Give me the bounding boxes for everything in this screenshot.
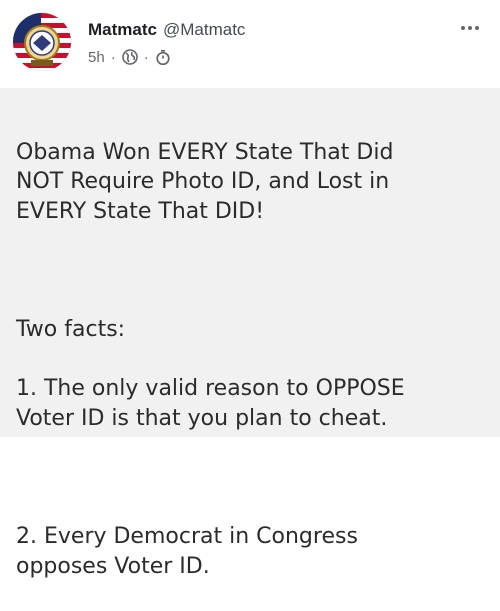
meta-separator: · — [143, 48, 149, 66]
more-button[interactable] — [456, 18, 484, 38]
avatar[interactable] — [13, 13, 71, 71]
author-name[interactable]: Matmatc — [88, 20, 157, 40]
fact-2-text: 2. Every Democrat in Congress opposes Vo… — [16, 524, 358, 579]
stopwatch-icon — [155, 49, 171, 65]
more-icon — [461, 26, 465, 30]
author-handle[interactable]: @Matmatc — [163, 20, 245, 40]
headline-text: Obama Won EVERY State That Did NOT Requi… — [16, 139, 394, 224]
timestamp[interactable]: 5h — [88, 49, 105, 66]
post-header: Matmatc @Matmatc 5h · · — [0, 0, 500, 88]
fact-1-text: 1. The only valid reason to OPPOSE Voter… — [16, 376, 405, 431]
globe-icon[interactable] — [121, 49, 138, 65]
more-icon — [475, 26, 479, 30]
more-icon — [468, 26, 472, 30]
post-meta: 5h · · — [88, 46, 171, 68]
flag-seal-avatar-image — [13, 13, 71, 71]
facts-intro-text: Two facts: — [16, 317, 126, 342]
post-image-text: Obama Won EVERY State That Did NOT Requi… — [16, 108, 496, 611]
meta-separator: · — [110, 48, 116, 66]
